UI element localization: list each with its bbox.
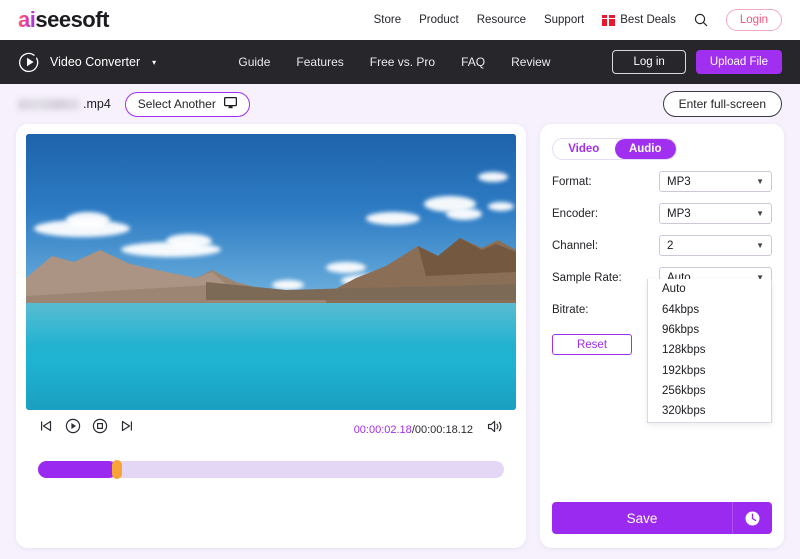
reset-button[interactable]: Reset [552, 334, 632, 355]
encoder-select[interactable]: MP3 ▼ [659, 203, 772, 224]
top-nav: Store Product Resource Support Best Deal… [374, 9, 782, 31]
enter-fullscreen-button[interactable]: Enter full-screen [662, 91, 782, 117]
field-bitrate-label: Bitrate: [552, 303, 589, 316]
play-icon[interactable] [65, 418, 81, 439]
progress-bar[interactable] [38, 460, 504, 479]
media-type-toggle: Video Audio [552, 138, 677, 160]
nav-review[interactable]: Review [511, 55, 550, 69]
top-nav-support[interactable]: Support [544, 14, 584, 26]
playback-controls [38, 418, 135, 439]
best-deals-label: Best Deals [620, 14, 676, 26]
nav-guide[interactable]: Guide [238, 55, 270, 69]
bitrate-dropdown-list: Auto 64kbps 96kbps 128kbps 192kbps 256kb… [647, 279, 772, 423]
play-circle-icon [18, 51, 40, 73]
time-display: 00:00:02.18/00:00:18.12 [354, 419, 504, 439]
select-another-label: Select Another [137, 97, 216, 111]
player-controls-row: 00:00:02.18/00:00:18.12 [26, 410, 516, 439]
bitrate-option-auto[interactable]: Auto [648, 279, 771, 299]
encoder-value: MP3 [667, 207, 691, 220]
logo-ai: ai [18, 7, 36, 32]
field-format: Format: MP3 ▼ [552, 171, 772, 192]
top-nav-store[interactable]: Store [374, 14, 402, 26]
cloud [478, 172, 508, 182]
seek-area: 00:00:02.18 [26, 460, 516, 479]
chevron-down-icon[interactable]: ▾ [152, 58, 156, 67]
progress-fill [38, 461, 118, 478]
nav-free-vs-pro[interactable]: Free vs. Pro [370, 55, 435, 69]
player-card: 00:00:02.18/00:00:18.12 00:00:02.18 [16, 124, 526, 548]
gift-icon [602, 14, 616, 26]
tab-audio[interactable]: Audio [614, 139, 676, 159]
settings-panel: Video Audio Format: MP3 ▼ Encoder: MP3 ▼… [540, 124, 784, 548]
tab-video[interactable]: Video [553, 139, 615, 159]
chevron-down-icon: ▼ [756, 177, 764, 186]
format-value: MP3 [667, 175, 691, 188]
stop-icon[interactable] [92, 418, 108, 439]
product-nav-bar: Video Converter ▾ Guide Features Free vs… [0, 40, 800, 84]
channel-select[interactable]: 2 ▼ [659, 235, 772, 256]
clock-history-icon[interactable] [732, 502, 772, 534]
bitrate-option-256kbps[interactable]: 256kbps [648, 381, 771, 401]
monitor-icon [223, 96, 237, 112]
step-backward-icon[interactable] [38, 418, 54, 439]
top-nav-best-deals[interactable]: Best Deals [602, 14, 676, 26]
bitrate-option-192kbps[interactable]: 192kbps [648, 361, 771, 381]
field-encoder-label: Encoder: [552, 207, 599, 220]
select-another-button[interactable]: Select Another [124, 91, 250, 117]
current-time: 00:00:02.18 [353, 423, 412, 436]
search-icon[interactable] [694, 13, 708, 27]
bitrate-option-64kbps[interactable]: 64kbps [648, 299, 771, 319]
progress-handle[interactable] [112, 460, 123, 479]
format-select[interactable]: MP3 ▼ [659, 171, 772, 192]
nav-login-button[interactable]: Log in [612, 50, 686, 74]
top-nav-resource[interactable]: Resource [477, 14, 526, 26]
step-forward-icon[interactable] [119, 418, 135, 439]
bitrate-option-320kbps[interactable]: 320kbps [648, 401, 771, 421]
top-nav-product[interactable]: Product [419, 14, 459, 26]
channel-value: 2 [667, 239, 674, 252]
logo[interactable]: ai seesoft [18, 7, 109, 33]
product-nav-links: Guide Features Free vs. Pro FAQ Review L… [238, 50, 782, 74]
lake-water [26, 303, 516, 410]
bitrate-option-96kbps[interactable]: 96kbps [648, 320, 771, 340]
chevron-down-icon: ▼ [756, 241, 764, 250]
field-encoder: Encoder: MP3 ▼ [552, 203, 772, 224]
field-sample-rate-label: Sample Rate: [552, 271, 622, 284]
main-area: 00:00:02.18/00:00:18.12 00:00:02.18 Vide… [0, 124, 800, 548]
file-extension: .mp4 [83, 97, 111, 111]
nav-features[interactable]: Features [296, 55, 343, 69]
field-format-label: Format: [552, 175, 592, 188]
mountain-range [26, 238, 516, 310]
file-name: .mp4 [18, 97, 111, 111]
field-channel-label: Channel: [552, 239, 599, 252]
save-button[interactable]: Save [552, 502, 732, 534]
top-bar: ai seesoft Store Product Resource Support… [0, 0, 800, 40]
total-time: 00:00:18.12 [414, 423, 473, 436]
chevron-down-icon: ▼ [756, 209, 764, 218]
file-bar: .mp4 Select Another Enter full-screen [0, 84, 800, 124]
time-readout: 00:00:02.18/00:00:18.12 [354, 420, 473, 438]
volume-icon[interactable] [487, 419, 504, 439]
logo-seesoft: seesoft [35, 7, 109, 32]
nav-faq[interactable]: FAQ [461, 55, 485, 69]
save-bar: Save [552, 502, 772, 534]
upload-file-button[interactable]: Upload File [695, 50, 782, 74]
cloud [488, 202, 514, 211]
video-preview[interactable] [26, 134, 516, 410]
product-brand-label: Video Converter [50, 55, 141, 69]
cloud [446, 208, 482, 220]
file-name-redacted [18, 98, 80, 110]
field-channel: Channel: 2 ▼ [552, 235, 772, 256]
bitrate-option-128kbps[interactable]: 128kbps [648, 340, 771, 360]
nav-buttons: Log in Upload File [612, 50, 782, 74]
product-brand[interactable]: Video Converter ▾ [18, 51, 156, 73]
login-button[interactable]: Login [725, 9, 782, 31]
